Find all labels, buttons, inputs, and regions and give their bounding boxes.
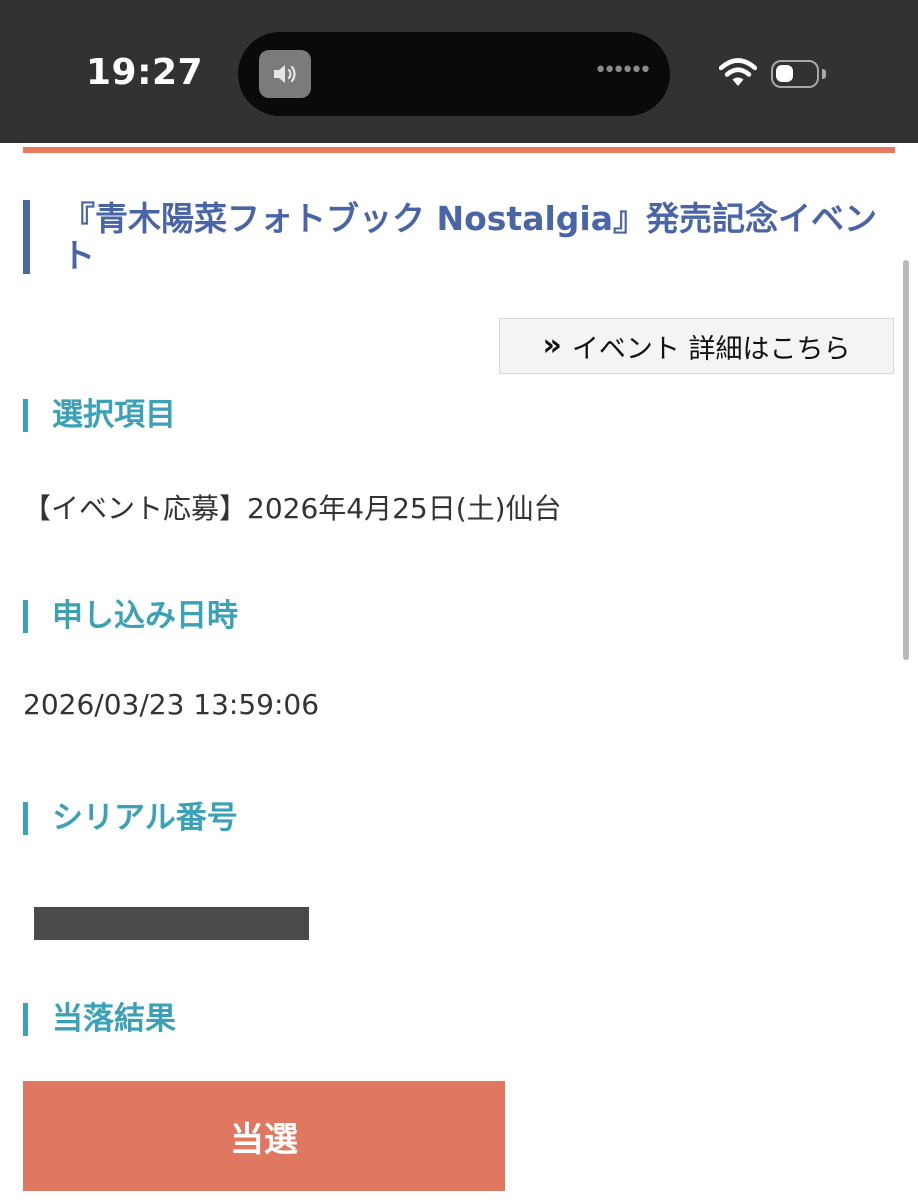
- event-detail-label: イベント 詳細はこちら: [571, 333, 851, 365]
- wifi-icon: [718, 57, 758, 93]
- section-heading-serial: シリアル番号: [23, 802, 238, 835]
- speaker-icon: [259, 50, 311, 98]
- section-heading-applied-at: 申し込み日時: [23, 600, 238, 633]
- serial-number-redacted: [34, 907, 309, 940]
- header-accent-line: [23, 147, 895, 153]
- selection-value: 【イベント応募】2026年4月25日(土)仙台: [23, 492, 562, 525]
- applied-at-value: 2026/03/23 13:59:06: [23, 688, 320, 721]
- status-time: 19:27: [86, 52, 204, 93]
- event-title-block: 『青木陽菜フォトブック Nostalgia』発売記念イベント: [23, 200, 883, 274]
- double-chevron-right-icon: »: [542, 328, 562, 363]
- battery-icon: [771, 60, 819, 88]
- scrollbar[interactable]: [903, 260, 909, 660]
- result-status-button[interactable]: 当選: [23, 1081, 505, 1191]
- page-title: 『青木陽菜フォトブック Nostalgia』発売記念イベント: [62, 199, 877, 275]
- island-activity-dots: ••••••: [594, 58, 652, 83]
- event-detail-button[interactable]: » イベント 詳細はこちら: [499, 318, 894, 374]
- battery-nub: [822, 69, 826, 79]
- section-heading-result: 当落結果: [23, 1003, 176, 1036]
- section-heading-selection: 選択項目: [23, 399, 176, 432]
- battery-level: [776, 65, 793, 82]
- dynamic-island: ••••••: [238, 32, 670, 116]
- status-bar: 19:27 ••••••: [0, 0, 918, 143]
